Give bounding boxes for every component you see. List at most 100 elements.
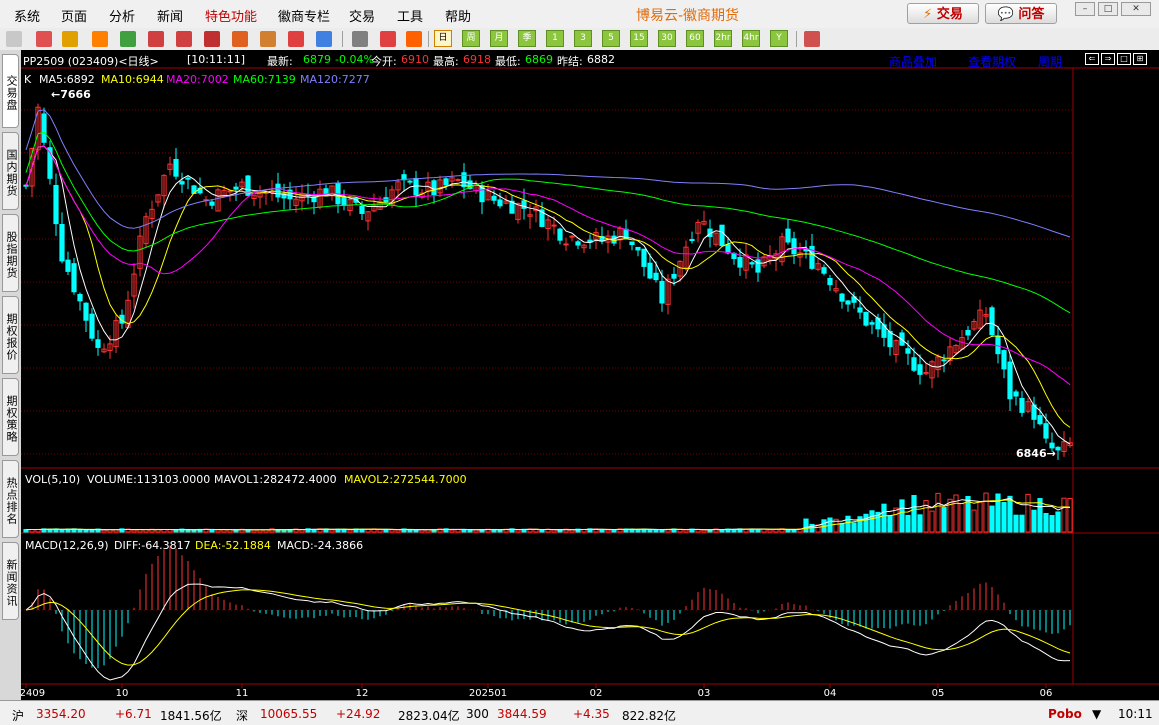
menu-help[interactable]: 帮助 xyxy=(445,6,471,25)
high-label: 最高: xyxy=(433,55,459,68)
period-year[interactable]: Y xyxy=(770,30,788,47)
high-mark-label: ←7666 xyxy=(51,88,91,101)
dea-line xyxy=(25,589,1071,666)
tab-option-quotes[interactable]: 期权报价 xyxy=(2,296,19,374)
table-icon[interactable] xyxy=(352,31,368,47)
menu-news[interactable]: 新闻 xyxy=(157,6,183,25)
menu-trade[interactable]: 交易 xyxy=(349,6,375,25)
period-30min[interactable]: 30 xyxy=(658,30,676,47)
candle-body xyxy=(995,335,1001,355)
period-1min[interactable]: 1 xyxy=(546,30,564,47)
window-icon[interactable] xyxy=(204,31,220,47)
chart-area[interactable]: 202409 10 11 12 202501 02 03 04 05 06 PP2509 (023… xyxy=(21,50,1159,700)
candle-body xyxy=(1007,361,1013,400)
minimize-icon[interactable]: – xyxy=(1075,2,1095,16)
kline-chart[interactable]: 202409 10 11 12 202501 02 03 04 05 06 xyxy=(21,50,1159,700)
period-5min[interactable]: 5 xyxy=(602,30,620,47)
draw-icon[interactable] xyxy=(232,31,248,47)
new-icon[interactable] xyxy=(316,31,332,47)
zoom-in-icon[interactable] xyxy=(148,31,164,47)
formula-icon[interactable] xyxy=(260,31,276,47)
period-day[interactable]: 日 xyxy=(434,30,452,47)
period-60min[interactable]: 60 xyxy=(686,30,704,47)
volume-bar xyxy=(167,529,173,533)
x-axis-label: 06 xyxy=(1040,688,1053,699)
quote-list-icon[interactable] xyxy=(62,31,78,47)
mavol1-value: MAVOL1:282472.4000 xyxy=(214,473,337,486)
trend-icon[interactable] xyxy=(380,31,396,47)
x-axis-label: 04 xyxy=(824,688,837,699)
tab-index-futures-label: 股指期货 xyxy=(5,231,18,279)
tab-domestic-futures[interactable]: 国内期货 xyxy=(2,132,19,210)
tab-option-quotes-label: 期权报价 xyxy=(5,313,18,361)
layout-icon[interactable] xyxy=(804,31,820,47)
candle-body xyxy=(941,359,947,362)
tab-hot-ranking[interactable]: 热点排名 xyxy=(2,460,19,538)
candle-body xyxy=(1055,446,1061,451)
toolbar-separator xyxy=(796,31,797,47)
period-4hr[interactable]: 4hr xyxy=(742,30,760,47)
prev-icon[interactable]: ⇐ xyxy=(1085,53,1099,65)
menu-system[interactable]: 系统 xyxy=(14,6,40,25)
candle-body xyxy=(407,180,413,183)
volume-bar xyxy=(299,529,305,533)
volume-bar xyxy=(701,529,707,533)
toolbar: 日 周 月 季 1 3 5 15 30 60 2hr 4hr Y xyxy=(0,28,1159,51)
candle-body xyxy=(839,293,845,302)
tab-trading-panel[interactable]: 交易盘 xyxy=(2,54,19,128)
volume-bar xyxy=(803,518,809,533)
candle-body xyxy=(59,224,65,262)
window-icon[interactable]: □ xyxy=(1117,53,1131,65)
high-mark-value: 7666 xyxy=(60,88,91,101)
period-15min[interactable]: 15 xyxy=(630,30,648,47)
home-icon[interactable] xyxy=(36,31,52,47)
tab-option-strategy[interactable]: 期权策略 xyxy=(2,378,19,456)
candle-body xyxy=(989,307,995,336)
period-2hr[interactable]: 2hr xyxy=(714,30,732,47)
period-quarter[interactable]: 季 xyxy=(518,30,536,47)
view-options-link[interactable]: 查看期权 xyxy=(968,53,1016,70)
volume-bar xyxy=(329,529,335,533)
candle-body xyxy=(755,259,761,273)
period-link[interactable]: 周期 xyxy=(1038,53,1062,70)
back-icon[interactable] xyxy=(6,31,22,47)
candle-body xyxy=(911,357,917,371)
status-bar: 沪 3354.20 +6.71 1841.56亿 深 10065.55 +24.… xyxy=(0,700,1159,725)
sz-amount: 2823.04亿 xyxy=(398,709,460,723)
next-icon[interactable]: ⇒ xyxy=(1101,53,1115,65)
menu-special-features[interactable]: 特色功能 xyxy=(205,6,257,25)
filter-icon[interactable] xyxy=(288,31,304,47)
refresh-icon[interactable] xyxy=(120,31,136,47)
chart-icon[interactable] xyxy=(92,31,108,47)
zoom-out-icon[interactable] xyxy=(176,31,192,47)
period-month[interactable]: 月 xyxy=(490,30,508,47)
lightning-icon: ⚡ xyxy=(923,7,933,22)
ask-button[interactable]: 💬 问答 xyxy=(985,3,1057,24)
signal-icon: ▼ xyxy=(1092,707,1102,721)
menu-page[interactable]: 页面 xyxy=(61,6,87,25)
tick-icon[interactable] xyxy=(406,31,422,47)
tab-news[interactable]: 新闻资讯 xyxy=(2,542,19,620)
trade-button[interactable]: ⚡ 交易 xyxy=(907,3,979,24)
expand-icon[interactable]: ⊞ xyxy=(1133,53,1147,65)
candle-body xyxy=(1019,397,1025,413)
candle-body xyxy=(647,262,653,279)
volume-bar xyxy=(929,510,935,533)
candle-body xyxy=(1001,350,1007,370)
volume-bar xyxy=(407,529,413,533)
volume-bar xyxy=(569,529,575,533)
period-week[interactable]: 周 xyxy=(462,30,480,47)
sz-index: 10065.55 xyxy=(260,707,318,721)
menu-analysis[interactable]: 分析 xyxy=(109,6,135,25)
ma10-line xyxy=(25,145,1071,428)
overlay-commodity-link[interactable]: 商品叠加 xyxy=(889,53,937,70)
volume-bar xyxy=(1031,509,1037,533)
menu-tools[interactable]: 工具 xyxy=(397,6,423,25)
menu-huishang-column[interactable]: 徽商专栏 xyxy=(278,6,330,25)
maximize-icon[interactable]: □ xyxy=(1098,2,1118,16)
period-3min[interactable]: 3 xyxy=(574,30,592,47)
candle-body xyxy=(671,273,677,279)
tab-index-futures[interactable]: 股指期货 xyxy=(2,214,19,292)
close-icon[interactable]: ✕ xyxy=(1121,2,1151,16)
x-axis-label: 202501 xyxy=(469,688,507,699)
